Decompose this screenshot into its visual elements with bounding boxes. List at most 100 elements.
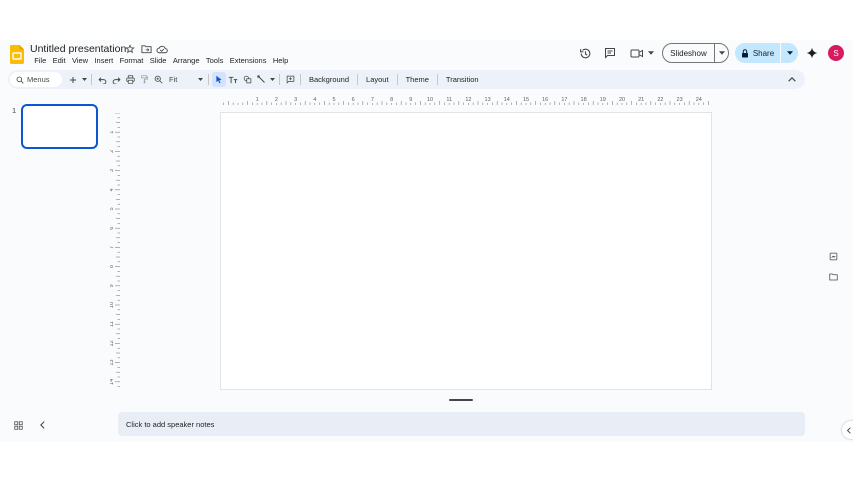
ruler-label: 4 [313, 97, 316, 103]
ruler-label: 13 [110, 360, 115, 366]
share-label: Share [752, 48, 775, 58]
ruler-label: 21 [638, 97, 644, 103]
ruler-label: 13 [485, 97, 491, 103]
ruler-label: 11 [446, 97, 452, 103]
toolbar-divider [396, 74, 398, 85]
collapse-filmstrip-chevron-left-icon[interactable] [35, 418, 49, 432]
toolbar-divider [208, 74, 209, 85]
slideshow-button[interactable]: Slideshow [662, 43, 729, 63]
slide-canvas[interactable] [220, 112, 712, 390]
collapse-menus-chevron-up-icon[interactable] [785, 72, 799, 87]
ruler-label: 10 [110, 302, 115, 308]
ruler-label: 20 [619, 97, 625, 103]
grid-view-icon[interactable] [11, 418, 25, 432]
search-menus-label: Menus [27, 75, 50, 84]
ruler-label: 11 [110, 321, 115, 327]
print-icon[interactable] [123, 72, 137, 87]
layout-button[interactable]: Layout [361, 72, 394, 87]
speaker-notes-placeholder: Click to add speaker notes [126, 419, 215, 429]
insert-image-icon[interactable] [240, 72, 254, 87]
account-avatar[interactable]: S [828, 45, 844, 61]
redo-icon[interactable] [109, 72, 123, 87]
transition-button[interactable]: Transition [441, 72, 484, 87]
side-panel-slide-icon[interactable] [825, 248, 841, 264]
search-menus-field[interactable]: Menus [10, 72, 62, 87]
ruler-label: 3 [294, 97, 297, 103]
slides-logo-icon[interactable] [10, 45, 24, 64]
ruler-label: 7 [371, 97, 374, 103]
slide-number: 1 [12, 106, 17, 115]
ruler-label: 14 [110, 379, 115, 385]
ruler-label: 4 [110, 188, 115, 191]
side-panel-folder-icon[interactable] [825, 269, 841, 285]
ruler-label: 2 [275, 97, 278, 103]
move-folder-icon[interactable] [140, 43, 152, 55]
ruler-label: 9 [110, 284, 115, 287]
zoom-select[interactable]: Fit [165, 72, 205, 87]
new-slide-icon[interactable] [66, 72, 80, 87]
ruler-label: 6 [352, 97, 355, 103]
menu-slide[interactable]: Slide [147, 56, 170, 65]
ruler-label: 12 [110, 340, 115, 346]
slideshow-label[interactable]: Slideshow [663, 44, 715, 62]
ruler-label: 10 [427, 97, 433, 103]
share-dropdown-icon[interactable] [781, 43, 798, 63]
theme-button[interactable]: Theme [401, 72, 434, 87]
menu-tools[interactable]: Tools [203, 56, 227, 65]
undo-icon[interactable] [95, 72, 109, 87]
speaker-notes-field[interactable]: Click to add speaker notes [118, 412, 805, 436]
show-side-panel-chevron-left-icon[interactable] [842, 421, 853, 439]
zoom-icon[interactable] [151, 72, 165, 87]
ruler-label: 1 [256, 97, 259, 103]
menu-format[interactable]: Format [116, 56, 146, 65]
toolbar-divider [436, 74, 438, 85]
ruler-label: 9 [409, 97, 412, 103]
ruler-label: 23 [677, 97, 683, 103]
search-icon [16, 76, 24, 84]
ruler-label: 19 [600, 97, 606, 103]
share-button[interactable]: Share [735, 43, 798, 63]
meet-video-icon[interactable] [628, 44, 646, 62]
slides-app: Untitled presentation File Edit View Ins… [0, 40, 853, 442]
ruler-label: 7 [110, 246, 115, 249]
line-icon[interactable] [254, 72, 268, 87]
document-title[interactable]: Untitled presentation [30, 43, 126, 55]
menu-extensions[interactable]: Extensions [227, 56, 270, 65]
comments-icon[interactable] [601, 44, 619, 62]
meet-dropdown-icon[interactable] [648, 51, 654, 55]
ruler-label: 5 [110, 207, 115, 210]
menu-file[interactable]: File [31, 56, 49, 65]
select-pointer-icon[interactable] [212, 72, 226, 87]
ruler-label: 8 [110, 265, 115, 268]
zoom-value: Fit [169, 75, 178, 84]
ruler-label: 15 [523, 97, 529, 103]
menu-arrange[interactable]: Arrange [170, 56, 203, 65]
slide-thumbnail[interactable] [21, 104, 98, 149]
menu-edit[interactable]: Edit [49, 56, 68, 65]
menu-view[interactable]: View [69, 56, 92, 65]
ruler-label: 3 [110, 169, 115, 172]
ruler-label: 6 [110, 227, 115, 230]
menu-insert[interactable]: Insert [91, 56, 116, 65]
speaker-notes-resize-handle[interactable] [449, 399, 473, 401]
line-dropdown-icon[interactable] [268, 72, 276, 87]
new-slide-dropdown-icon[interactable] [80, 72, 88, 87]
toolbar: Menus Fit Background Layout Theme Transi… [8, 70, 805, 89]
slideshow-dropdown-icon[interactable] [715, 44, 728, 62]
toolbar-divider [300, 74, 301, 85]
star-icon[interactable] [124, 43, 136, 55]
menu-help[interactable]: Help [270, 56, 292, 65]
insert-comment-icon[interactable] [283, 72, 297, 87]
version-history-icon[interactable] [576, 44, 594, 62]
ruler-label: 5 [332, 97, 335, 103]
menu-bar: File Edit View Insert Format Slide Arran… [31, 56, 291, 65]
gemini-spark-icon[interactable] [803, 44, 821, 62]
toolbar-divider [91, 74, 92, 85]
ruler-label: 12 [465, 97, 471, 103]
paint-format-icon[interactable] [137, 72, 151, 87]
background-button[interactable]: Background [304, 72, 354, 87]
cloud-saved-icon[interactable] [156, 43, 168, 55]
vertical-ruler: 1234567891011121314 [110, 113, 120, 387]
text-box-icon[interactable] [226, 72, 240, 87]
ruler-label: 2 [110, 150, 115, 153]
